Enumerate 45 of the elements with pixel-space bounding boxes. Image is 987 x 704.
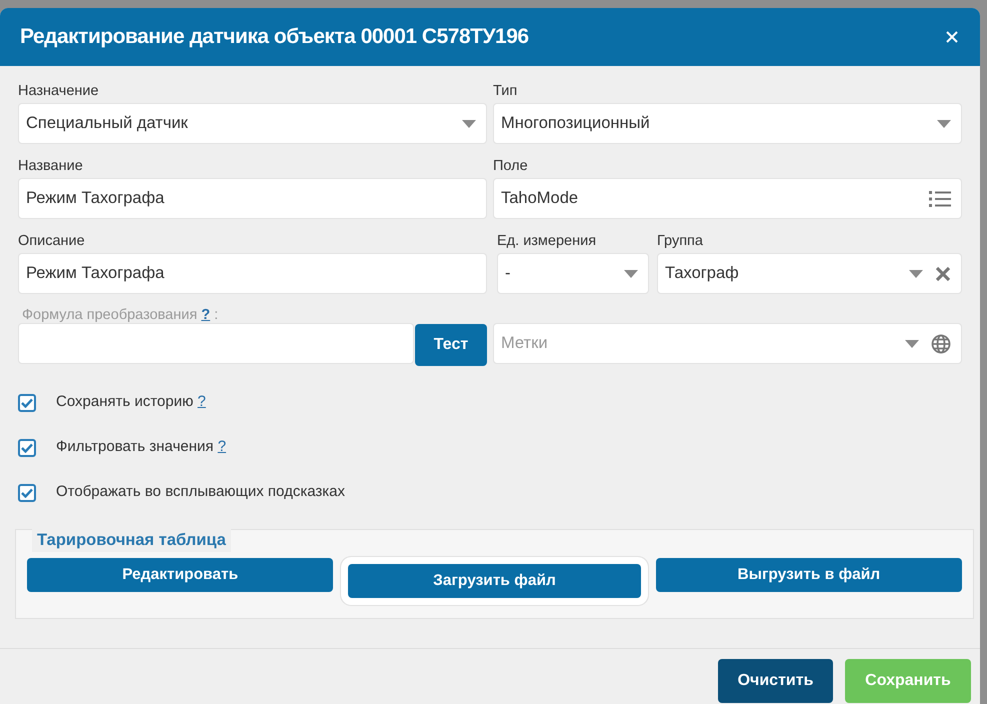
clear-icon[interactable]: [935, 266, 951, 282]
text-field[interactable]: Режим Тахографа: [18, 253, 487, 294]
caret-icon[interactable]: [905, 340, 919, 348]
checkbox[interactable]: [18, 484, 36, 502]
field-label: Поле: [493, 157, 529, 175]
checkmark-icon: [21, 398, 33, 408]
action-button[interactable]: Загрузить файл: [348, 564, 641, 598]
select-field[interactable]: Специальный датчик: [18, 103, 487, 144]
help-link[interactable]: ?: [218, 438, 226, 456]
text-field[interactable]: Режим Тахографа: [18, 178, 487, 219]
caret-icon[interactable]: [909, 270, 923, 278]
checkbox-label: Отображать во всплывающих подсказках: [56, 482, 345, 502]
field-label: Описание: [18, 232, 86, 250]
field-label: Ед. измерения: [497, 232, 598, 250]
help-link[interactable]: ?: [201, 307, 210, 323]
globe-icon[interactable]: [931, 334, 951, 354]
field-label: Группа: [657, 232, 704, 250]
list-icon[interactable]: [929, 190, 951, 208]
clear-button[interactable]: Очистить: [718, 658, 833, 702]
action-button[interactable]: Редактировать: [27, 558, 334, 592]
test-button[interactable]: Тест: [415, 324, 487, 366]
checkmark-icon: [21, 488, 33, 498]
checkbox[interactable]: [18, 394, 36, 412]
caret-icon[interactable]: [937, 120, 951, 128]
select-field[interactable]: Многопозиционный: [493, 103, 962, 144]
tags-select-field[interactable]: Метки: [493, 323, 962, 364]
field-label: Название: [18, 157, 84, 175]
action-button[interactable]: Выгрузить в файл: [656, 558, 962, 592]
caret-icon[interactable]: [624, 270, 638, 278]
formula-label: Формула преобразования ? :: [22, 307, 220, 323]
select-field[interactable]: Тахограф: [657, 253, 962, 294]
checkbox-label: Фильтровать значения ?: [56, 437, 226, 458]
section-title: Тарировочная таблица: [32, 528, 231, 552]
field-label: Назначение: [18, 82, 100, 100]
select-field[interactable]: -: [497, 253, 649, 294]
close-icon[interactable]: [944, 29, 960, 45]
input-field[interactable]: TahoMode: [493, 178, 962, 219]
checkmark-icon: [21, 442, 33, 452]
checkbox-label: Сохранять историю ?: [56, 392, 206, 412]
help-link[interactable]: ?: [198, 393, 206, 410]
field-label: Тип: [493, 82, 518, 100]
checkbox[interactable]: [18, 438, 36, 456]
dialog-title: Редактирование датчика объекта 00001 С578ТУ196: [20, 24, 529, 50]
formula-field[interactable]: [18, 323, 414, 364]
caret-icon[interactable]: [462, 120, 476, 128]
